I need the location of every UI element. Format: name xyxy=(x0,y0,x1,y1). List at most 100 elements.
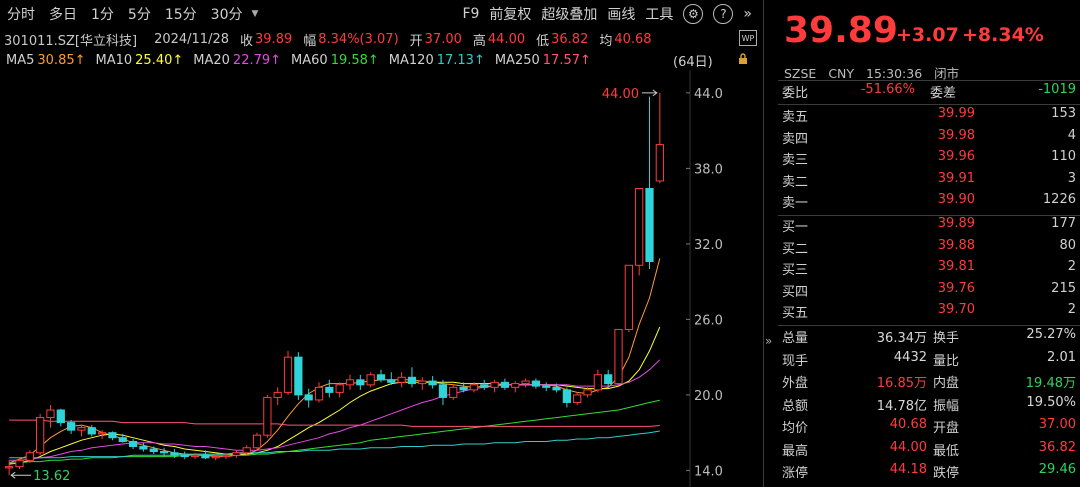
wp-badge-icon[interactable]: WP xyxy=(739,30,757,46)
stat-value: 4432 xyxy=(893,349,927,365)
candle[interactable] xyxy=(232,450,241,458)
candle[interactable] xyxy=(480,379,489,390)
candle-body xyxy=(159,451,169,454)
candle[interactable] xyxy=(325,379,334,398)
order-book-row[interactable]: 卖四 39.98 4 xyxy=(778,128,1080,150)
level-volume: 2 xyxy=(1067,302,1076,317)
draw-button[interactable]: 画线 xyxy=(602,4,640,24)
candle[interactable] xyxy=(428,376,437,389)
candle[interactable] xyxy=(542,382,551,392)
candle[interactable] xyxy=(273,387,282,405)
candle[interactable] xyxy=(593,369,602,393)
candle[interactable] xyxy=(573,392,582,405)
candle[interactable] xyxy=(314,382,324,403)
candle[interactable] xyxy=(531,378,541,389)
candle[interactable] xyxy=(128,438,138,450)
order-book-row[interactable]: 买一 39.89 177 xyxy=(778,216,1080,238)
order-book-row[interactable]: 买二 39.88 80 xyxy=(778,238,1080,260)
order-book-row[interactable]: 买五 39.70 2 xyxy=(778,302,1080,324)
candle[interactable] xyxy=(283,350,293,395)
tab-1min[interactable]: 1分 xyxy=(84,4,121,24)
candle-body xyxy=(294,356,303,396)
candle[interactable] xyxy=(645,96,654,270)
candle[interactable] xyxy=(418,377,427,390)
toolbar-right-group: F9 前复权 超级叠加 画线 工具 ⚙ ? » xyxy=(457,0,757,28)
candle[interactable] xyxy=(139,442,148,452)
candle[interactable] xyxy=(521,378,530,388)
candle[interactable] xyxy=(397,372,406,388)
pane-divider[interactable] xyxy=(763,0,764,487)
gear-icon[interactable]: ⚙ xyxy=(683,4,704,24)
candle[interactable] xyxy=(252,432,262,451)
tab-15min[interactable]: 15分 xyxy=(158,4,204,24)
candle[interactable] xyxy=(77,425,86,437)
candle[interactable] xyxy=(56,408,65,427)
tab-multi-day[interactable]: 多日 xyxy=(42,4,84,24)
tab-30min[interactable]: 30分 xyxy=(204,4,250,24)
ma-line-ma10 xyxy=(9,326,661,465)
order-book-row[interactable]: 卖二 39.91 3 xyxy=(778,171,1080,193)
lock-icon[interactable] xyxy=(737,53,749,65)
order-book-row[interactable]: 卖一 39.90 1226 xyxy=(778,192,1080,214)
level-volume: 153 xyxy=(1051,106,1076,121)
candle[interactable] xyxy=(335,382,344,398)
order-book-row[interactable]: 买三 39.81 2 xyxy=(778,259,1080,281)
candle[interactable] xyxy=(614,328,623,385)
candle[interactable] xyxy=(108,431,117,441)
ma-line-ma60 xyxy=(9,399,660,464)
candle[interactable] xyxy=(500,378,510,390)
candle[interactable] xyxy=(490,379,499,393)
candle[interactable] xyxy=(345,374,355,390)
candle-body xyxy=(170,452,179,456)
candle[interactable] xyxy=(366,372,375,388)
candle[interactable] xyxy=(562,387,571,408)
kline-chart[interactable]: 44.0 38.0 32.0 26.0 20.0 14.0 44.00 13.62 xyxy=(0,70,763,487)
order-book-row[interactable]: 买四 39.76 215 xyxy=(778,281,1080,303)
candle[interactable] xyxy=(511,381,520,393)
avg-value: 40.68 xyxy=(614,31,652,47)
more-icon[interactable]: » xyxy=(738,6,757,22)
candle[interactable] xyxy=(263,394,272,438)
candle-body xyxy=(345,379,355,386)
tab-5min[interactable]: 5分 xyxy=(121,4,158,24)
tab-intraday[interactable]: 分时 xyxy=(0,4,42,24)
adjust-button[interactable]: 前复权 xyxy=(484,4,536,24)
candle[interactable] xyxy=(36,413,45,456)
tools-button[interactable]: 工具 xyxy=(640,4,678,24)
period-dropdown-caret-icon[interactable]: ▼ xyxy=(252,9,259,19)
stat-value: 36.82 xyxy=(1038,439,1076,455)
level-price: 39.90 xyxy=(937,192,975,207)
candle[interactable] xyxy=(67,420,76,434)
stat-label: 换手 xyxy=(933,331,960,346)
candle[interactable] xyxy=(294,352,303,400)
candle-body xyxy=(511,383,520,388)
candle-body xyxy=(635,188,644,266)
stat-label: 量比 xyxy=(933,353,960,369)
candle[interactable] xyxy=(46,404,55,428)
order-book-row[interactable]: 卖五 39.99 153 xyxy=(778,106,1080,128)
candle[interactable] xyxy=(356,374,365,390)
candle[interactable] xyxy=(304,388,313,408)
candle-body xyxy=(190,454,200,458)
candle[interactable] xyxy=(624,264,633,332)
stat-label: 振幅 xyxy=(933,398,960,414)
candle-body xyxy=(366,374,375,386)
candle-body xyxy=(645,188,654,263)
currency: CNY xyxy=(828,66,855,81)
candle[interactable] xyxy=(407,367,417,388)
candle[interactable] xyxy=(655,92,664,184)
level-label: 卖一 xyxy=(782,196,809,211)
order-book-row[interactable]: 卖三 39.96 110 xyxy=(778,149,1080,171)
f9-button[interactable]: F9 xyxy=(457,6,484,22)
level-price: 39.81 xyxy=(937,259,975,274)
candle-body xyxy=(397,376,406,383)
candle-body xyxy=(273,391,282,398)
divider xyxy=(778,80,1080,81)
period-range-selector[interactable]: (64日) xyxy=(673,51,713,70)
candle[interactable] xyxy=(449,384,458,400)
help-icon[interactable]: ? xyxy=(713,4,734,24)
overlay-button[interactable]: 超级叠加 xyxy=(536,4,602,24)
candle[interactable] xyxy=(635,188,644,276)
collapse-panel-icon[interactable]: » xyxy=(765,334,772,348)
candle[interactable] xyxy=(180,451,189,460)
